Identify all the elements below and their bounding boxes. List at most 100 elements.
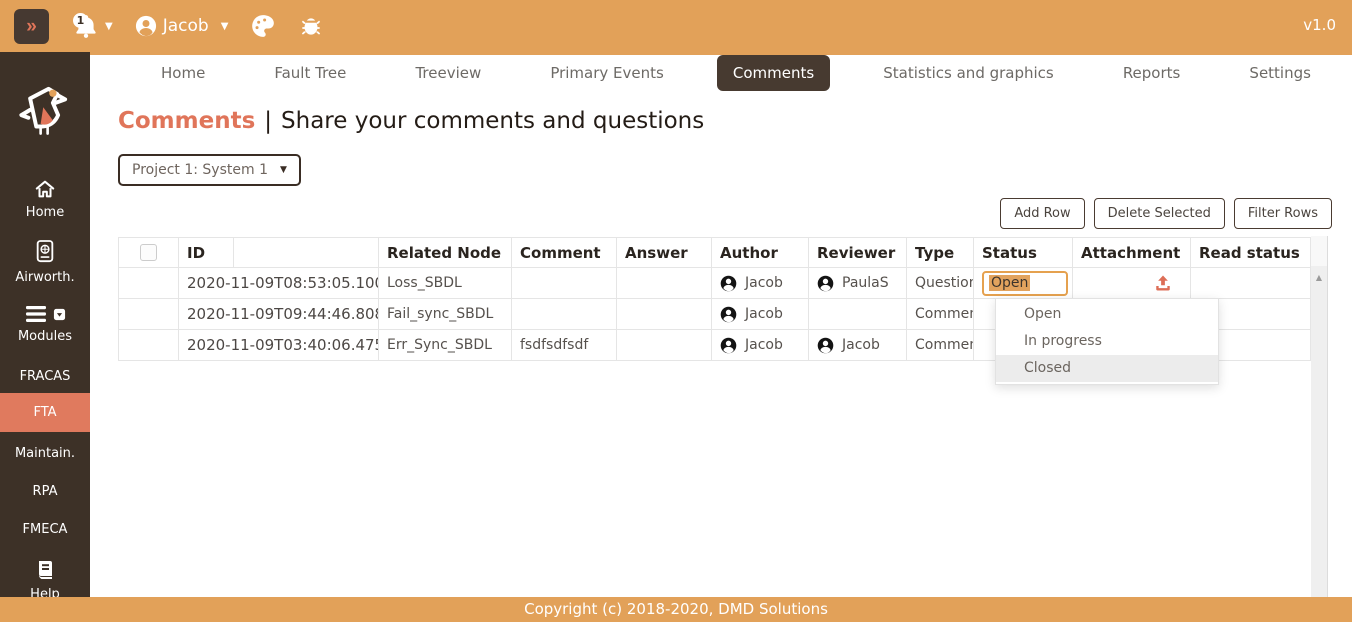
cell-answer[interactable] bbox=[616, 329, 712, 361]
cell-author[interactable]: Jacob bbox=[711, 329, 809, 361]
cell-related-node[interactable]: Fail_sync_SBDL bbox=[378, 298, 512, 330]
status-option-closed[interactable]: Closed bbox=[996, 355, 1218, 382]
cell-id[interactable]: 2020-11-09T08:53:05.100Z bbox=[178, 267, 379, 299]
user-name: Jacob bbox=[162, 16, 209, 36]
cell-author[interactable]: Jacob bbox=[711, 298, 809, 330]
tab-bar: Home Fault Tree Treeview Primary Events … bbox=[90, 55, 1352, 91]
delete-selected-button[interactable]: Delete Selected bbox=[1093, 198, 1225, 229]
cell-comment[interactable] bbox=[511, 267, 617, 299]
col-header-status: Status bbox=[973, 237, 1073, 268]
status-dropdown: Open In progress Closed bbox=[995, 298, 1219, 385]
sidebar-item-home[interactable]: Home bbox=[0, 168, 90, 229]
table-toolbar: Add Row Delete Selected Filter Rows bbox=[90, 198, 1332, 229]
sidebar-item-fmeca[interactable]: FMECA bbox=[0, 508, 90, 546]
cell-answer[interactable] bbox=[616, 298, 712, 330]
topbar: » 1 ▼ Jacob ▼ v1.0 bbox=[0, 0, 1352, 52]
app-logo[interactable] bbox=[17, 80, 73, 142]
reviewer-name: Jacob bbox=[842, 337, 880, 353]
cell-comment[interactable] bbox=[511, 298, 617, 330]
sidebar-collapse-button[interactable]: » bbox=[14, 8, 49, 44]
sidebar-item-maintain[interactable]: Maintain. bbox=[0, 432, 90, 470]
cell-id[interactable]: 2020-11-09T03:40:06.475Z bbox=[178, 329, 379, 361]
cell-read-status[interactable] bbox=[1190, 267, 1311, 299]
cell-reviewer[interactable]: PaulaS bbox=[808, 267, 907, 299]
tab-settings[interactable]: Settings bbox=[1233, 55, 1327, 91]
project-select[interactable]: Project 1: System 1 ▼ bbox=[118, 154, 301, 186]
page-title-main: Comments bbox=[118, 108, 256, 134]
passport-icon bbox=[36, 240, 54, 263]
sidebar-item-label: Home bbox=[25, 205, 65, 220]
col-header-attachment: Attachment bbox=[1072, 237, 1191, 268]
notifications-chevron-down-icon[interactable]: ▼ bbox=[105, 21, 113, 32]
cell-type[interactable]: Comment bbox=[906, 329, 974, 361]
filter-rows-button[interactable]: Filter Rows bbox=[1233, 198, 1332, 229]
row-select-cell[interactable] bbox=[118, 267, 179, 299]
col-header-id-spacer bbox=[233, 237, 379, 268]
tab-fault-tree[interactable]: Fault Tree bbox=[258, 55, 362, 91]
reviewer-name: PaulaS bbox=[842, 275, 889, 291]
book-icon bbox=[38, 561, 52, 579]
notifications-button[interactable]: 1 bbox=[73, 12, 99, 40]
cell-type[interactable]: Comment bbox=[906, 298, 974, 330]
app-version: v1.0 bbox=[1303, 16, 1336, 34]
col-header-comment: Comment bbox=[511, 237, 617, 268]
sidebar-item-fta[interactable]: FTA bbox=[0, 393, 90, 432]
theme-button[interactable] bbox=[250, 13, 276, 39]
page-title: Comments | Share your comments and quest… bbox=[118, 108, 1352, 134]
sidebar-item-modules[interactable]: Modules bbox=[0, 294, 90, 353]
sidebar-item-fracas[interactable]: FRACAS bbox=[0, 353, 90, 393]
col-header-answer: Answer bbox=[616, 237, 712, 268]
footer: Copyright (c) 2018-2020, DMD Solutions bbox=[0, 597, 1352, 622]
col-header-id: ID bbox=[178, 237, 234, 268]
table-row: 2020-11-09T08:53:05.100Z Loss_SBDL Jacob bbox=[118, 267, 1311, 299]
sidebar-item-airworthiness[interactable]: Airworth. bbox=[0, 229, 90, 294]
select-all-checkbox[interactable] bbox=[140, 244, 157, 261]
project-select-chevron-down-icon: ▼ bbox=[280, 165, 287, 175]
scroll-up-icon[interactable]: ▲ bbox=[1311, 273, 1327, 282]
user-chevron-down-icon: ▼ bbox=[220, 20, 229, 32]
cell-related-node[interactable]: Loss_SBDL bbox=[378, 267, 512, 299]
status-option-in-progress[interactable]: In progress bbox=[996, 328, 1218, 355]
status-select[interactable]: Open bbox=[982, 270, 1068, 296]
row-select-cell[interactable] bbox=[118, 329, 179, 361]
author-name: Jacob bbox=[745, 337, 783, 353]
tab-home[interactable]: Home bbox=[145, 55, 221, 91]
cell-author[interactable]: Jacob bbox=[711, 267, 809, 299]
table-header-row: ID Related Node Comment Answer Author Re… bbox=[118, 237, 1311, 268]
cell-status[interactable]: Open bbox=[973, 267, 1073, 299]
person-icon bbox=[817, 275, 834, 291]
sidebar-item-rpa[interactable]: RPA bbox=[0, 470, 90, 508]
cell-attachment[interactable] bbox=[1072, 267, 1191, 299]
modules-dropdown-icon bbox=[53, 308, 66, 320]
cell-answer[interactable] bbox=[616, 267, 712, 299]
bug-report-button[interactable] bbox=[298, 13, 324, 39]
main-content: Home Fault Tree Treeview Primary Events … bbox=[90, 52, 1352, 597]
cell-related-node[interactable]: Err_Sync_SBDL bbox=[378, 329, 512, 361]
cell-comment[interactable]: fsdfsdfsdf bbox=[511, 329, 617, 361]
page-title-subtitle: Share your comments and questions bbox=[281, 108, 705, 134]
tab-comments[interactable]: Comments bbox=[716, 55, 831, 91]
cell-reviewer[interactable] bbox=[808, 298, 907, 330]
bird-logo-icon bbox=[19, 86, 68, 135]
cell-reviewer[interactable]: Jacob bbox=[808, 329, 907, 361]
status-option-open[interactable]: Open bbox=[996, 301, 1218, 328]
user-avatar-icon bbox=[135, 15, 156, 37]
add-row-button[interactable]: Add Row bbox=[1000, 198, 1085, 229]
bug-icon bbox=[302, 18, 321, 35]
tab-primary-events[interactable]: Primary Events bbox=[534, 55, 680, 91]
col-header-author: Author bbox=[711, 237, 809, 268]
upload-icon[interactable] bbox=[1154, 274, 1172, 292]
row-select-cell[interactable] bbox=[118, 298, 179, 330]
author-name: Jacob bbox=[745, 275, 783, 291]
cell-type[interactable]: Question bbox=[906, 267, 974, 299]
person-icon bbox=[720, 306, 737, 322]
tab-reports[interactable]: Reports bbox=[1107, 55, 1197, 91]
sidebar-item-label: FRACAS bbox=[19, 369, 71, 384]
tab-statistics-and-graphics[interactable]: Statistics and graphics bbox=[867, 55, 1069, 91]
app-window: » 1 ▼ Jacob ▼ v1.0 Home Airworth. Module… bbox=[0, 0, 1352, 622]
scrollbar-header-spacer bbox=[1311, 236, 1327, 266]
user-menu[interactable]: Jacob ▼ bbox=[135, 15, 229, 37]
tab-treeview[interactable]: Treeview bbox=[399, 55, 497, 91]
cell-id[interactable]: 2020-11-09T09:44:46.808Z bbox=[178, 298, 379, 330]
table-scrollbar[interactable]: ▲ bbox=[1311, 236, 1328, 597]
